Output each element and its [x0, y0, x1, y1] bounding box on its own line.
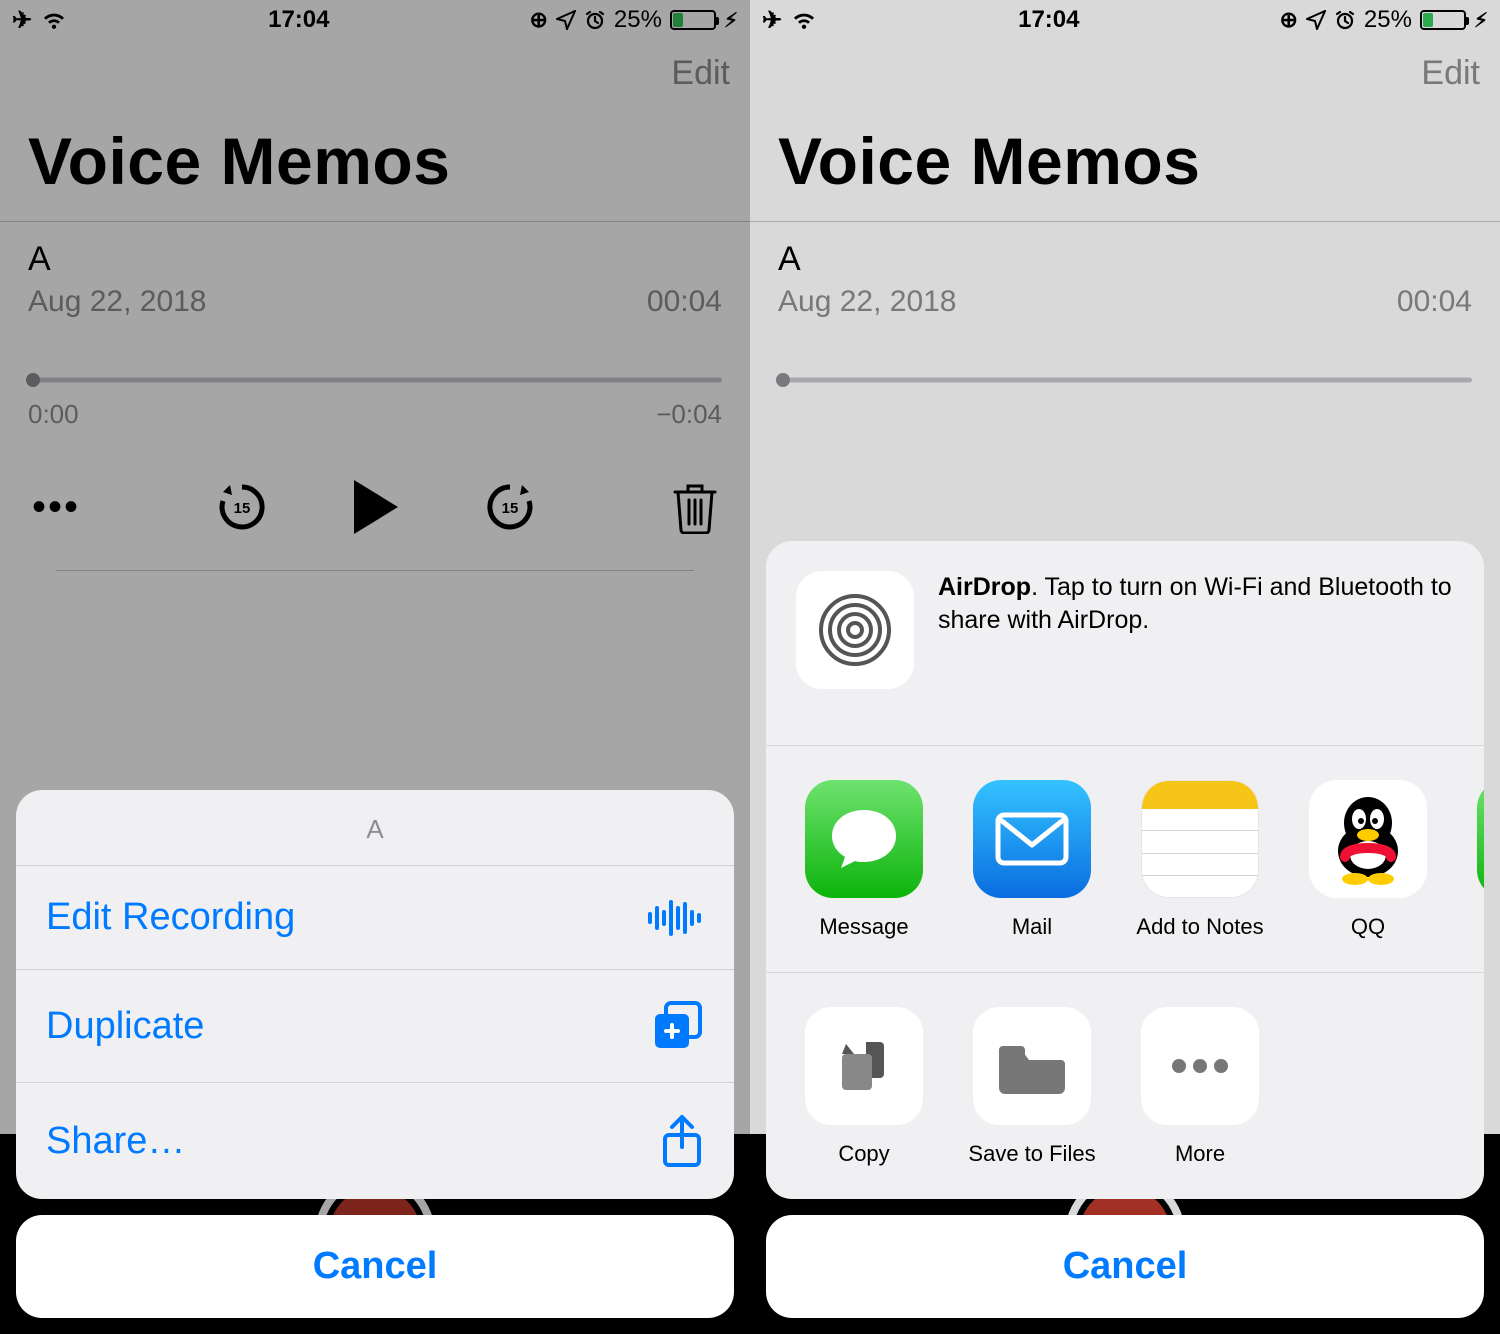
scrubber[interactable]	[778, 375, 1472, 385]
svg-text:15: 15	[234, 500, 251, 517]
memo-title: A	[778, 240, 1472, 279]
cancel-button[interactable]: Cancel	[16, 1215, 734, 1318]
edit-recording-item[interactable]: Edit Recording	[16, 865, 734, 969]
share-sheet: AirDrop. Tap to turn on Wi-Fi and Blueto…	[766, 541, 1484, 1318]
screen-share-sheet: ✈︎ 17:04 ⊕ 25% ⚡︎ Edit Voice Memos A Aug…	[750, 0, 1500, 1334]
skip-back-15-icon[interactable]: 15	[214, 479, 270, 535]
play-button[interactable]	[350, 478, 402, 536]
waveform-icon	[646, 898, 704, 938]
share-apps-row[interactable]: Message Mail Add to Notes	[766, 745, 1484, 972]
alarm-icon	[1334, 9, 1356, 31]
status-bar: ✈︎ 17:04 ⊕ 25% ⚡︎	[750, 0, 1500, 40]
time-remaining: −0:04	[656, 399, 722, 430]
share-app-notes[interactable]: Add to Notes	[1136, 780, 1264, 940]
battery-icon	[670, 10, 716, 30]
screen-action-sheet: ✈︎ 17:04 ⊕ 25% ⚡︎ Edit Voice Memos A Aug…	[0, 0, 750, 1334]
action-sheet-title: A	[16, 790, 734, 865]
time-elapsed: 0:00	[28, 399, 79, 430]
wifi-icon	[790, 9, 818, 31]
trash-button[interactable]	[672, 480, 718, 534]
share-app-qq[interactable]: QQ	[1304, 780, 1432, 940]
share-app-message[interactable]: Message	[800, 780, 928, 940]
share-icon	[660, 1113, 704, 1169]
more-button[interactable]: •••	[32, 485, 80, 530]
share-app-partial[interactable]	[1472, 780, 1484, 898]
lock-rotation-icon: ⊕	[1279, 7, 1297, 33]
share-action-more[interactable]: More	[1136, 1007, 1264, 1167]
memo-item[interactable]: A Aug 22, 2018 00:04	[750, 222, 1500, 413]
share-app-mail[interactable]: Mail	[968, 780, 1096, 940]
memo-date: Aug 22, 2018	[28, 285, 207, 319]
memo-date: Aug 22, 2018	[778, 285, 957, 319]
airdrop-row[interactable]: AirDrop. Tap to turn on Wi-Fi and Blueto…	[766, 541, 1484, 745]
page-title: Voice Memos	[0, 93, 750, 221]
share-action-save-to-files[interactable]: Save to Files	[968, 1007, 1096, 1167]
airdrop-text: AirDrop. Tap to turn on Wi-Fi and Blueto…	[938, 571, 1454, 636]
airdrop-icon	[796, 571, 914, 689]
share-label: Share…	[46, 1120, 185, 1163]
duplicate-icon	[652, 1000, 704, 1052]
battery-percent: 25%	[1364, 6, 1412, 34]
edit-button[interactable]: Edit	[1421, 54, 1480, 92]
scrubber[interactable]	[28, 375, 722, 385]
svg-text:15: 15	[502, 500, 519, 517]
battery-percent: 25%	[614, 6, 662, 34]
airplane-mode-icon: ✈︎	[762, 6, 782, 35]
alarm-icon	[584, 9, 606, 31]
charging-icon: ⚡︎	[724, 8, 738, 33]
memo-title: A	[28, 240, 722, 279]
share-item[interactable]: Share…	[16, 1082, 734, 1199]
memo-item[interactable]: A Aug 22, 2018 00:04 0:00 −0:04 ••• 15	[0, 222, 750, 599]
status-bar: ✈︎ 17:04 ⊕ 25% ⚡︎	[0, 0, 750, 40]
cancel-button[interactable]: Cancel	[766, 1215, 1484, 1318]
skip-forward-15-icon[interactable]: 15	[482, 479, 538, 535]
location-icon	[556, 10, 576, 30]
status-time: 17:04	[1018, 6, 1079, 34]
duplicate-label: Duplicate	[46, 1005, 204, 1048]
memo-duration: 00:04	[647, 285, 722, 319]
edit-button[interactable]: Edit	[671, 54, 730, 92]
location-icon	[1306, 10, 1326, 30]
airplane-mode-icon: ✈︎	[12, 6, 32, 35]
edit-recording-label: Edit Recording	[46, 896, 295, 939]
action-sheet: A Edit Recording Duplicate Share… Canc	[16, 790, 734, 1318]
wifi-icon	[40, 9, 68, 31]
share-action-copy[interactable]: Copy	[800, 1007, 928, 1167]
battery-icon	[1420, 10, 1466, 30]
lock-rotation-icon: ⊕	[529, 7, 547, 33]
share-actions-row[interactable]: Copy Save to Files More	[766, 972, 1484, 1199]
duplicate-item[interactable]: Duplicate	[16, 969, 734, 1082]
status-time: 17:04	[268, 6, 329, 34]
memo-duration: 00:04	[1397, 285, 1472, 319]
charging-icon: ⚡︎	[1474, 8, 1488, 33]
page-title: Voice Memos	[750, 93, 1500, 221]
